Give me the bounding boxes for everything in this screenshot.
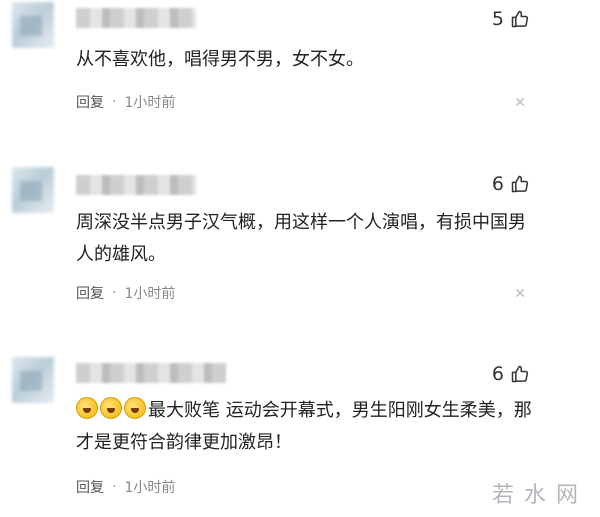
comment-text: 从不喜欢他，唱得男不男，女不女。 bbox=[76, 49, 364, 70]
like-button[interactable]: 5 bbox=[492, 8, 530, 30]
comment-body: 最大败笔 运动会开幕式，男生阳刚女生柔美，那才是更符合韵律更加激昂！ bbox=[76, 395, 540, 459]
reply-button[interactable]: 回复 bbox=[76, 283, 104, 303]
comment-meta: 回复 · 1小时前 bbox=[76, 283, 175, 303]
like-button[interactable]: 6 bbox=[492, 363, 530, 385]
avatar[interactable] bbox=[12, 357, 54, 403]
like-button[interactable]: 6 bbox=[492, 173, 530, 195]
laughing-emoji-icon bbox=[100, 397, 122, 419]
separator: · bbox=[112, 94, 117, 110]
separator: · bbox=[112, 479, 117, 495]
username-blurred[interactable] bbox=[76, 363, 226, 383]
timestamp: 1小时前 bbox=[124, 480, 176, 496]
thumbs-up-icon bbox=[510, 174, 530, 194]
thumbs-up-icon bbox=[510, 9, 530, 29]
avatar[interactable] bbox=[12, 167, 54, 213]
watermark: 若水网 bbox=[491, 483, 588, 508]
close-icon[interactable]: ✕ bbox=[514, 95, 526, 111]
timestamp: 1小时前 bbox=[124, 286, 176, 302]
comment-meta: 回复 · 1小时前 bbox=[76, 92, 175, 112]
laughing-emoji-icon bbox=[124, 397, 146, 419]
laughing-emoji-icon bbox=[76, 397, 98, 419]
reply-button[interactable]: 回复 bbox=[76, 92, 104, 112]
timestamp: 1小时前 bbox=[124, 95, 176, 111]
like-count: 5 bbox=[491, 8, 504, 30]
comment-meta: 回复 · 1小时前 bbox=[76, 477, 175, 497]
reply-button[interactable]: 回复 bbox=[76, 477, 104, 497]
like-count: 6 bbox=[491, 363, 504, 385]
username-blurred[interactable] bbox=[76, 8, 196, 28]
comment-text: 周深没半点男子汉气概，用这样一个人演唱，有损中国男人的雄风。 bbox=[76, 212, 526, 265]
close-icon[interactable]: ✕ bbox=[514, 286, 526, 302]
username-blurred[interactable] bbox=[76, 175, 196, 195]
separator: · bbox=[112, 285, 117, 301]
thumbs-up-icon bbox=[510, 364, 530, 384]
avatar[interactable] bbox=[12, 2, 54, 48]
like-count: 6 bbox=[491, 173, 504, 195]
